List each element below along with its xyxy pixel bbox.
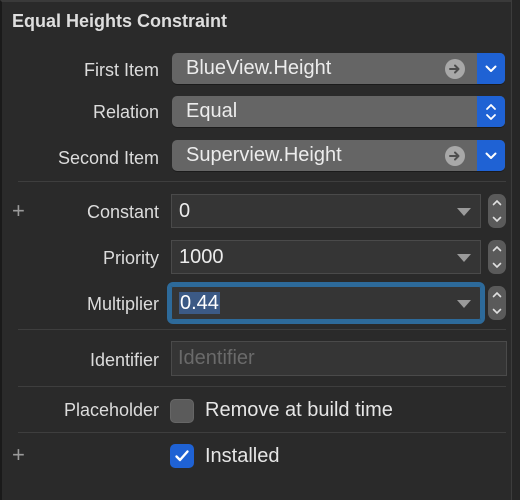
- separator: [18, 181, 506, 182]
- chevron-down-icon[interactable]: [492, 216, 502, 223]
- checkmark-icon: [175, 450, 189, 462]
- priority-combo-box[interactable]: 1000: [171, 240, 481, 274]
- constant-stepper[interactable]: [488, 194, 506, 228]
- second-item-value: Superview.Height: [186, 144, 342, 166]
- priority-value[interactable]: 1000: [179, 246, 224, 269]
- multiplier-label: Multiplier: [86, 294, 159, 314]
- first-item-value: BlueView.Height: [186, 57, 332, 79]
- selected-text: 0.44: [179, 292, 220, 314]
- remove-at-build-time-checkbox[interactable]: [170, 399, 194, 423]
- relation-value: Equal: [186, 100, 238, 122]
- multiplier-value[interactable]: 0.44: [179, 292, 220, 315]
- remove-at-build-time-label[interactable]: Remove at build time: [205, 399, 393, 422]
- priority-label: Priority: [102, 248, 159, 268]
- dropdown-triangle-icon[interactable]: [457, 300, 471, 308]
- first-item-popup[interactable]: BlueView.Height: [172, 53, 505, 84]
- first-item-label: First Item: [84, 60, 159, 80]
- chevron-down-icon[interactable]: [492, 262, 502, 269]
- chevron-up-down-icon[interactable]: [477, 96, 505, 127]
- relation-label: Relation: [92, 102, 159, 122]
- chevron-up-icon[interactable]: [492, 245, 502, 252]
- dropdown-triangle-icon[interactable]: [457, 208, 471, 216]
- priority-stepper[interactable]: [488, 240, 506, 274]
- relation-popup[interactable]: Equal: [172, 96, 505, 127]
- identifier-field[interactable]: [171, 341, 507, 376]
- attributes-inspector-panel: Equal Heights Constraint First Item Blue…: [0, 0, 520, 500]
- chevron-up-icon[interactable]: [492, 199, 502, 206]
- dropdown-triangle-icon[interactable]: [457, 254, 471, 262]
- identifier-input[interactable]: [172, 342, 506, 375]
- panel-right-edge: [511, 0, 520, 500]
- separator: [18, 329, 506, 330]
- plus-icon[interactable]: +: [12, 444, 25, 466]
- multiplier-combo-box[interactable]: 0.44: [167, 282, 485, 324]
- chevron-down-icon[interactable]: [492, 308, 502, 315]
- arrow-right-circle-icon[interactable]: [445, 146, 465, 166]
- installed-label[interactable]: Installed: [205, 445, 280, 468]
- chevron-down-icon[interactable]: [477, 53, 505, 84]
- separator: [18, 386, 506, 387]
- second-item-popup[interactable]: Superview.Height: [172, 140, 505, 171]
- constant-label: Constant: [86, 202, 159, 222]
- constant-combo-box[interactable]: 0: [171, 194, 481, 228]
- multiplier-stepper[interactable]: [488, 286, 506, 320]
- arrow-right-circle-icon[interactable]: [445, 59, 465, 79]
- chevron-down-icon[interactable]: [477, 140, 505, 171]
- section-title: Equal Heights Constraint: [12, 11, 228, 31]
- chevron-up-icon[interactable]: [492, 291, 502, 298]
- separator: [18, 432, 506, 433]
- placeholder-label: Placeholder: [63, 400, 159, 420]
- plus-icon[interactable]: +: [12, 200, 25, 222]
- installed-checkbox[interactable]: [170, 444, 194, 468]
- constant-value[interactable]: 0: [179, 200, 190, 223]
- second-item-label: Second Item: [57, 148, 159, 168]
- identifier-label: Identifier: [89, 350, 159, 370]
